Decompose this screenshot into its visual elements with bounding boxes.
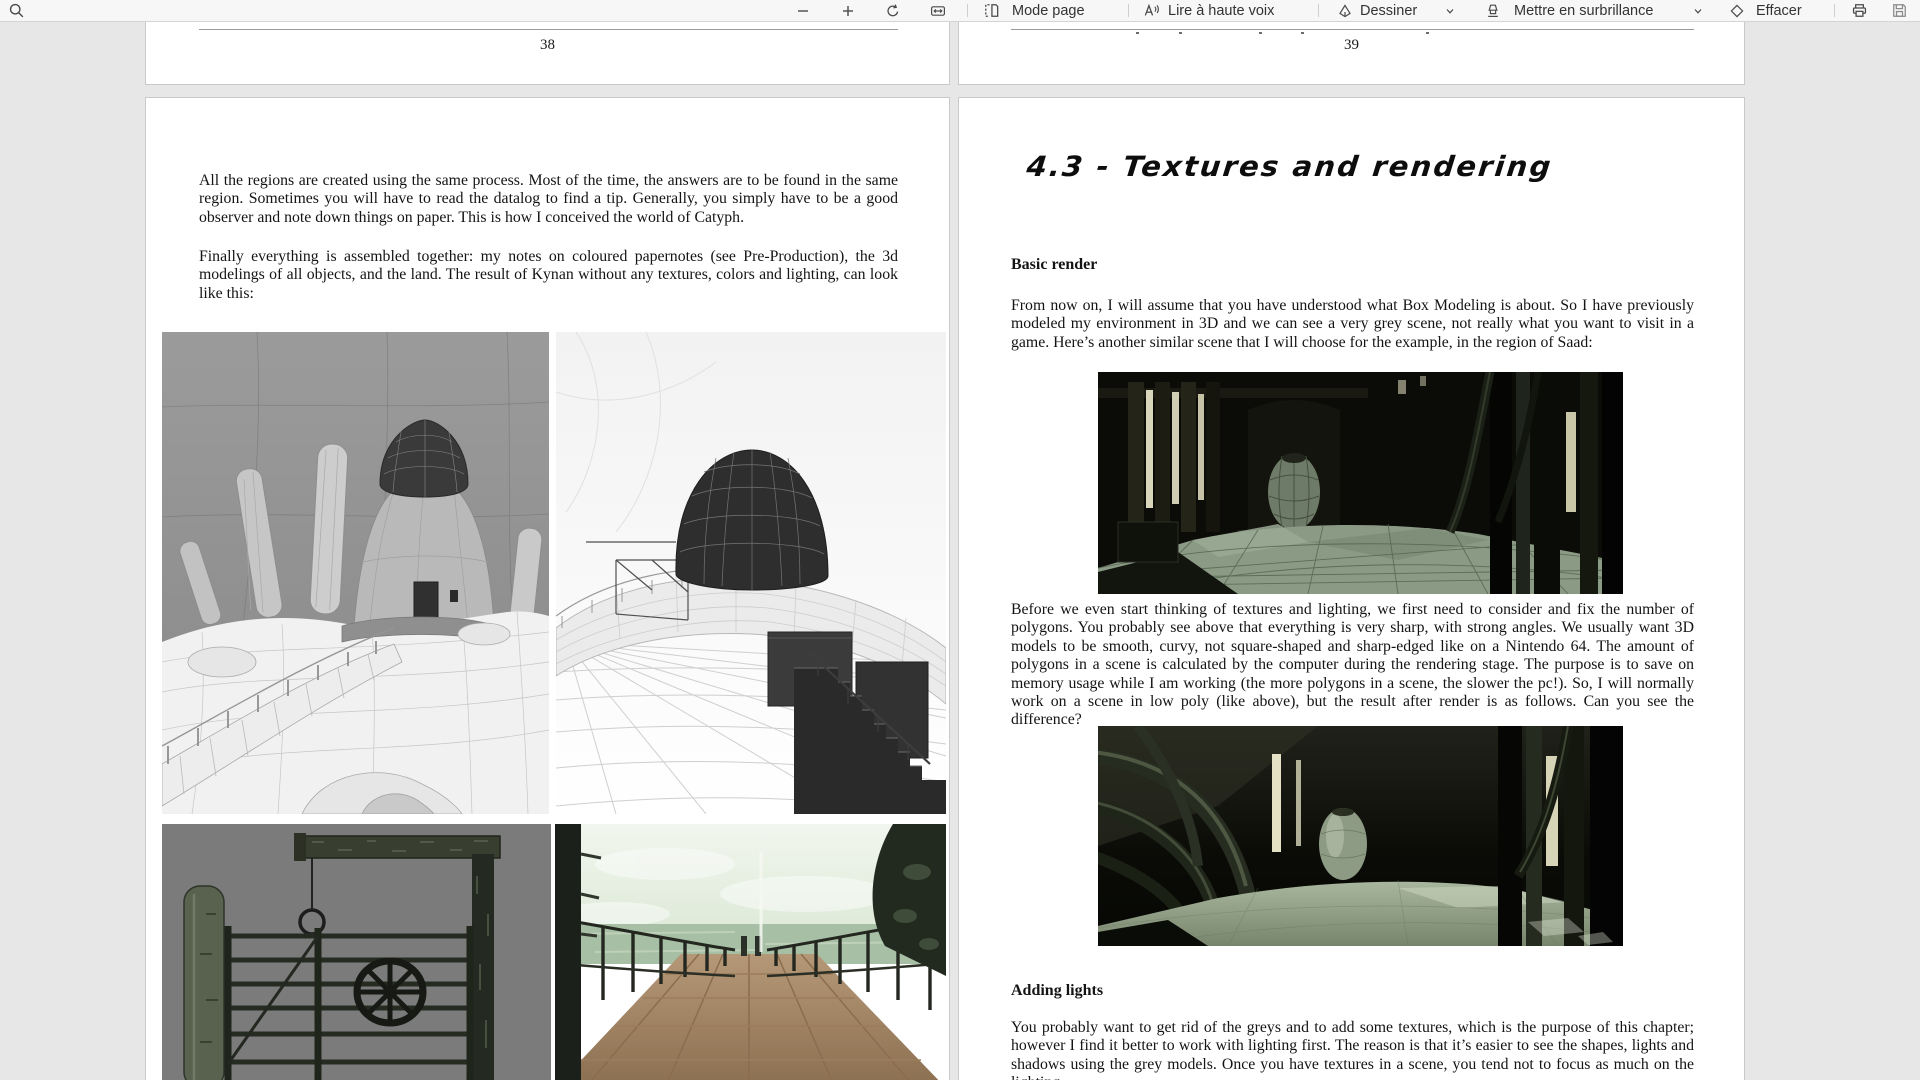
body-paragraph: From now on, I will assume that you have… xyxy=(1011,297,1694,352)
save-icon[interactable] xyxy=(1890,2,1908,20)
chapter-heading: 4.3 - Textures and rendering xyxy=(1025,150,1554,183)
document-page-left: All the regions are created using the sa… xyxy=(145,97,950,1080)
mode-page-button[interactable]: Mode page xyxy=(1012,3,1085,19)
page-number-38: 38 xyxy=(146,37,949,54)
erase-button[interactable]: Effacer xyxy=(1756,3,1802,19)
text-remnant xyxy=(1426,32,1429,34)
search-icon[interactable] xyxy=(7,2,25,20)
text-remnant xyxy=(1136,32,1139,34)
toolbar-separator xyxy=(1318,4,1319,17)
footer-rule xyxy=(1011,29,1694,30)
toolbar-separator xyxy=(1128,4,1129,17)
saad-smooth-render-image xyxy=(1098,726,1623,946)
wireframe-dome-tube-render-image xyxy=(556,332,946,814)
fit-width-icon[interactable] xyxy=(929,2,947,20)
page-mode-icon[interactable] xyxy=(982,2,1000,20)
chevron-down-icon[interactable] xyxy=(1444,5,1456,17)
wireframe-village-render-image xyxy=(162,332,549,814)
pen-icon[interactable] xyxy=(1336,2,1354,20)
highlight-button[interactable]: Mettre en surbrillance xyxy=(1514,3,1653,19)
draw-button[interactable]: Dessiner xyxy=(1360,3,1417,19)
page-38-footer: 38 xyxy=(145,21,950,85)
document-page-right: 4.3 - Textures and rendering Basic rende… xyxy=(958,97,1745,1080)
toolbar-separator xyxy=(1834,4,1835,17)
body-paragraph: You probably want to get rid of the grey… xyxy=(1011,1019,1694,1080)
pdf-viewer-window: Mode page Lire à haute voix Dessiner Met… xyxy=(0,0,1920,1080)
toolbar-separator xyxy=(967,4,968,17)
section-heading-adding-lights: Adding lights xyxy=(1011,982,1103,1000)
text-remnant xyxy=(1179,32,1182,34)
page-number-39: 39 xyxy=(959,37,1744,54)
zoom-out-icon[interactable] xyxy=(794,2,812,20)
teal-bridge-render-image xyxy=(555,824,946,1080)
pdf-toolbar: Mode page Lire à haute voix Dessiner Met… xyxy=(0,0,1920,22)
page-39-footer: 39 xyxy=(958,21,1745,85)
highlighter-icon[interactable] xyxy=(1484,2,1502,20)
body-paragraph: Before we even start thinking of texture… xyxy=(1011,601,1694,730)
rotate-icon[interactable] xyxy=(884,2,902,20)
chevron-down-icon[interactable] xyxy=(1692,5,1704,17)
text-remnant xyxy=(1301,32,1304,34)
body-paragraph: Finally everything is assembled together… xyxy=(199,248,898,303)
body-paragraph: All the regions are created using the sa… xyxy=(199,172,898,227)
read-aloud-icon[interactable] xyxy=(1142,2,1160,20)
saad-lowpoly-render-image xyxy=(1098,372,1623,594)
read-aloud-button[interactable]: Lire à haute voix xyxy=(1168,3,1274,19)
footer-rule xyxy=(199,29,898,30)
zoom-in-icon[interactable] xyxy=(839,2,857,20)
section-heading-basic-render: Basic render xyxy=(1011,256,1097,274)
print-icon[interactable] xyxy=(1850,2,1868,20)
eraser-icon[interactable] xyxy=(1728,2,1746,20)
text-remnant xyxy=(1259,32,1262,34)
gate-valve-render-image xyxy=(162,824,551,1080)
